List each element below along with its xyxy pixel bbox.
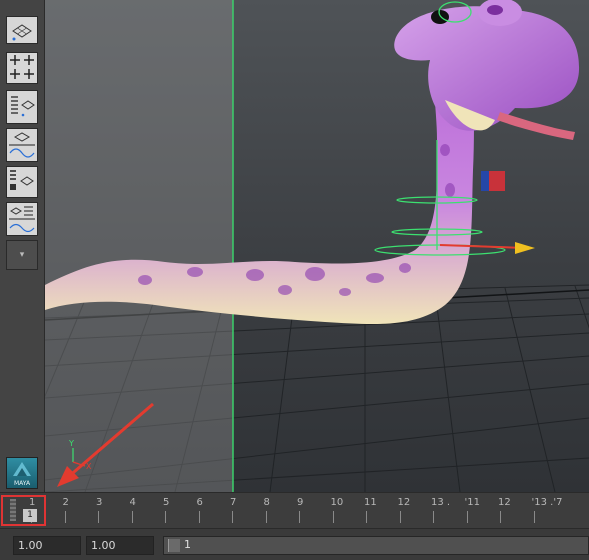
timeline-tick-label: 12 [498,497,511,508]
maya-logo-icon [13,462,31,476]
timeline-tick-label: 3 [96,497,103,508]
layout-dropdown-button[interactable]: ▾ [6,240,38,270]
view-axis-y-label: Y [68,439,74,448]
timeline-tick-label: 8 [263,497,270,508]
snake-head [394,6,580,131]
manipulator-blue-plane [481,171,489,191]
timeline-tick-mark [232,511,233,523]
timeline-tick-mark [466,511,468,523]
timeline-tick-mark [533,511,535,523]
chevron-down-icon: ▾ [19,250,25,260]
hypershade-persp-layout-icon [10,170,34,190]
current-frame-marker[interactable]: 1 [23,509,37,522]
layout-toolbar: ▾ MAYA [0,0,45,492]
timeline-tick-label: 13 . [431,497,451,508]
maya-logo-text: MAYA [13,480,31,487]
timeline-tick-mark [64,511,66,523]
timeline-tick-mark [500,511,501,523]
timeline-tick-mark [299,511,300,523]
single-perspective-layout-icon [12,24,32,41]
timeline-tick-mark [165,511,166,523]
timeline-tick-mark [366,511,367,523]
persp-outliner-layout-icon [11,96,35,117]
snake-nostril [487,5,503,15]
persp-graph-outliner-layout-icon [9,206,35,233]
four-view-layout-icon [10,55,34,79]
maya-logo: MAYA [6,457,38,489]
persp-outliner-layout-button[interactable] [6,90,38,124]
range-slider-bar: 1.00 1.00 1 [0,528,589,560]
timeline-tick-mark [332,511,334,523]
range-slider[interactable]: 1 [163,536,589,555]
range-slider-handle[interactable] [168,539,180,552]
four-view-layout-button[interactable] [6,52,38,84]
snake-eye [431,10,449,24]
timeline-tick-label: 5 [163,497,170,508]
start-time-field[interactable]: 1.00 [13,536,81,555]
range-slider-label: 1 [184,538,191,551]
timeline-tick-mark [265,511,267,523]
timeline-tick-mark [399,511,401,523]
viewport-scene: Y X [45,0,589,492]
view-axis-x-label: X [86,462,92,471]
timeline-tick-mark [433,511,434,523]
single-perspective-layout-button[interactable] [6,16,38,44]
persp-graph-layout-button[interactable] [6,128,38,162]
timeline-tick-label: '13 .'7 [531,497,563,508]
time-slider[interactable]: 1 2 3 4 5 6 7 8 9 10 11 12 13 . '11 12'13 .'7 1 [0,492,589,529]
persp-graph-layout-icon [9,132,35,158]
timeline-tick-label: 11 [364,497,377,508]
timeline-tick-label: 4 [129,497,136,508]
perspective-viewport[interactable]: Y X [45,0,589,492]
timeline-tick-label: 6 [196,497,203,508]
manipulator-x-arrow [515,242,535,254]
selection-overlay [45,0,233,492]
persp-graph-outliner-layout-button[interactable] [6,202,38,236]
snake-tongue [497,112,575,140]
timeline-tick-label: 2 [62,497,69,508]
timeline-tick-mark [198,511,200,523]
timeline-tick-label: 9 [297,497,304,508]
timeline-tick-label: '11 [464,497,480,508]
timeline-tick-label: 10 [330,497,344,508]
timeline-tick-label: 12 [397,497,411,508]
timeline-tick-mark [131,511,133,523]
timeline-tick-label: 7 [230,497,237,508]
playback-start-field[interactable]: 1.00 [86,536,154,555]
hypershade-persp-layout-button[interactable] [6,166,38,198]
timeline-tick-mark [98,511,99,523]
